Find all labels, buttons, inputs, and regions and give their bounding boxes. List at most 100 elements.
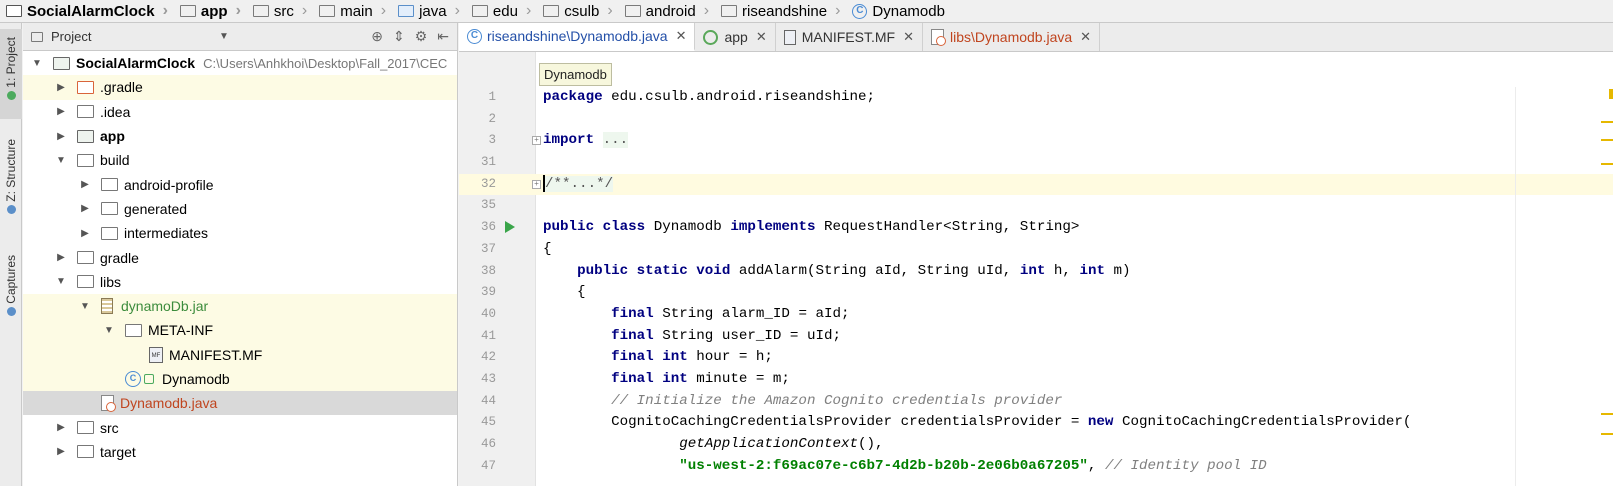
- error-stripe[interactable]: [1599, 87, 1613, 486]
- expand-right-icon[interactable]: ▶: [55, 252, 67, 263]
- tree-row[interactable]: ▼ META-INF: [23, 318, 457, 343]
- module-folder-icon: [179, 5, 196, 17]
- code-line[interactable]: 41 final String user_ID = uId;: [459, 326, 1613, 348]
- code-line[interactable]: 36 public class Dynamodb implements Reque…: [459, 217, 1613, 239]
- tree-row[interactable]: ▶ intermediates: [23, 221, 457, 245]
- tree-row[interactable]: ▶MFMANIFEST.MF: [23, 342, 457, 367]
- expand-right-icon[interactable]: ▶: [79, 203, 91, 214]
- run-icon[interactable]: [505, 221, 515, 234]
- breadcrumb-dynamodb[interactable]: C Dynamodb: [846, 0, 951, 22]
- meta-folder-icon: [125, 323, 142, 337]
- line-number: 44: [480, 393, 496, 408]
- close-icon[interactable]: ✕: [1080, 29, 1091, 45]
- tree-item-label: libs: [100, 273, 122, 290]
- code-line[interactable]: 47 "us-west-2:f69ac07e-c6b7-4d2b-b20b-2e…: [459, 456, 1613, 478]
- code-line[interactable]: 39 {: [459, 282, 1613, 304]
- editor-tab[interactable]: MANIFEST.MF ✕: [776, 23, 923, 51]
- tree-row[interactable]: ▶Dynamodb.java: [23, 391, 457, 416]
- breadcrumb-csulb[interactable]: csulb ›: [537, 0, 618, 22]
- code-line[interactable]: 31: [459, 152, 1613, 174]
- fold-icon[interactable]: +: [532, 136, 541, 146]
- project-view-dropdown[interactable]: Project: [31, 29, 91, 44]
- tree-row[interactable]: ▶ gradle: [23, 245, 457, 269]
- code-editor[interactable]: Dynamodb 1 package edu.csulb.android.rise…: [459, 52, 1613, 486]
- close-icon[interactable]: ✕: [756, 29, 767, 45]
- code-line[interactable]: 40 final String alarm_ID = aId;: [459, 304, 1613, 326]
- chevron-down-icon[interactable]: ▼: [219, 31, 229, 42]
- code-line[interactable]: 45 CognitoCachingCredentialsProvider cre…: [459, 412, 1613, 434]
- folder-icon: [101, 178, 118, 192]
- hide-panel-icon[interactable]: ⇤: [437, 28, 449, 45]
- locate-icon[interactable]: ⊕: [371, 28, 383, 45]
- breadcrumb-android[interactable]: android ›: [619, 0, 715, 22]
- folder-icon: [77, 275, 94, 289]
- expand-right-icon[interactable]: ▶: [79, 179, 91, 190]
- tree-row[interactable]: ▼ build: [23, 148, 457, 172]
- editor-tab[interactable]: app ✕: [695, 23, 776, 51]
- expand-right-icon[interactable]: ▶: [55, 446, 67, 457]
- breadcrumb-src[interactable]: src ›: [247, 0, 313, 22]
- tree-row[interactable]: ▼ SocialAlarmClock C:\Users\Anhkhoi\Deskto…: [23, 51, 457, 75]
- breadcrumb-app[interactable]: app ›: [174, 0, 247, 22]
- expand-down-icon[interactable]: ▼: [103, 325, 115, 336]
- warning-marker[interactable]: [1601, 121, 1613, 123]
- expand-right-icon[interactable]: ▶: [55, 131, 67, 142]
- close-icon[interactable]: ✕: [676, 28, 687, 44]
- warning-marker[interactable]: [1601, 139, 1613, 141]
- tree-row[interactable]: ▶ android-profile: [23, 172, 457, 196]
- tree-item-label: android-profile: [124, 176, 214, 193]
- code-line[interactable]: 2: [459, 109, 1613, 131]
- warning-marker[interactable]: [1601, 163, 1613, 165]
- tree-row[interactable]: ▶ src: [23, 415, 457, 439]
- collapse-all-icon[interactable]: ⇕: [393, 28, 405, 45]
- expand-right-icon[interactable]: ▶: [55, 422, 67, 433]
- expand-right-icon[interactable]: ▶: [55, 106, 67, 117]
- expand-down-icon[interactable]: ▼: [55, 155, 67, 166]
- code-line[interactable]: 35: [459, 195, 1613, 217]
- captures-tool-button[interactable]: Captures: [0, 251, 22, 331]
- expand-down-icon[interactable]: ▼: [31, 58, 43, 69]
- tree-row[interactable]: ▶CDynamodb: [23, 366, 457, 392]
- expand-right-icon[interactable]: ▶: [55, 82, 67, 93]
- tree-row[interactable]: ▶ .gradle: [23, 75, 457, 100]
- structure-tool-button[interactable]: Z: Structure: [0, 135, 22, 245]
- breadcrumb-main[interactable]: main ›: [313, 0, 392, 22]
- breadcrumb-edu[interactable]: edu ›: [466, 0, 537, 22]
- tree-row[interactable]: ▶ .idea: [23, 100, 457, 124]
- gear-icon[interactable]: ⚙: [415, 28, 428, 45]
- breadcrumb-project[interactable]: SocialAlarmClock ›: [0, 0, 174, 22]
- code-line[interactable]: 3 + import ...: [459, 130, 1613, 152]
- code-line[interactable]: 1 package edu.csulb.android.riseandshine;: [459, 87, 1613, 109]
- expand-down-icon[interactable]: ▼: [79, 301, 91, 312]
- android-module-icon: [703, 29, 719, 45]
- line-number: 2: [488, 111, 496, 126]
- class-icon: C: [125, 371, 141, 387]
- expand-down-icon[interactable]: ▼: [55, 276, 67, 287]
- breadcrumb-java[interactable]: java ›: [392, 0, 466, 22]
- expand-right-icon[interactable]: ▶: [79, 228, 91, 239]
- close-icon[interactable]: ✕: [903, 29, 914, 45]
- tree-row[interactable]: ▼ dynamoDb.jar: [23, 293, 457, 319]
- code-line[interactable]: 37 {: [459, 239, 1613, 261]
- jar-icon: [101, 298, 113, 315]
- editor-tab[interactable]: libs\Dynamodb.java ✕: [923, 23, 1101, 51]
- warning-marker[interactable]: [1609, 89, 1613, 99]
- tree-row[interactable]: ▶ generated: [23, 197, 457, 221]
- code-line[interactable]: 32 +/**...*/: [459, 173, 1613, 196]
- warning-marker[interactable]: [1601, 433, 1613, 435]
- tree-row[interactable]: ▶ app: [23, 124, 457, 148]
- tree-row[interactable]: ▶ target: [23, 440, 457, 464]
- code-text: import ...: [543, 132, 629, 149]
- code-line[interactable]: 43 final int minute = m;: [459, 369, 1613, 391]
- breadcrumb-riseandshine[interactable]: riseandshine ›: [715, 0, 846, 22]
- warning-marker[interactable]: [1601, 413, 1613, 415]
- tree-row[interactable]: ▼ libs: [23, 270, 457, 294]
- code-line[interactable]: 46 getApplicationContext(),: [459, 434, 1613, 456]
- editor-tab[interactable]: Criseandshine\Dynamodb.java ✕: [459, 23, 696, 51]
- project-tool-button[interactable]: 1: Project: [0, 29, 22, 119]
- code-line[interactable]: 42 final int hour = h;: [459, 347, 1613, 369]
- code-line[interactable]: 44 // Initialize the Amazon Cognito cred…: [459, 391, 1613, 413]
- line-number: 45: [480, 415, 496, 430]
- code-line[interactable]: 38 public static void addAlarm(String aI…: [459, 261, 1613, 283]
- fold-icon[interactable]: +: [532, 179, 541, 189]
